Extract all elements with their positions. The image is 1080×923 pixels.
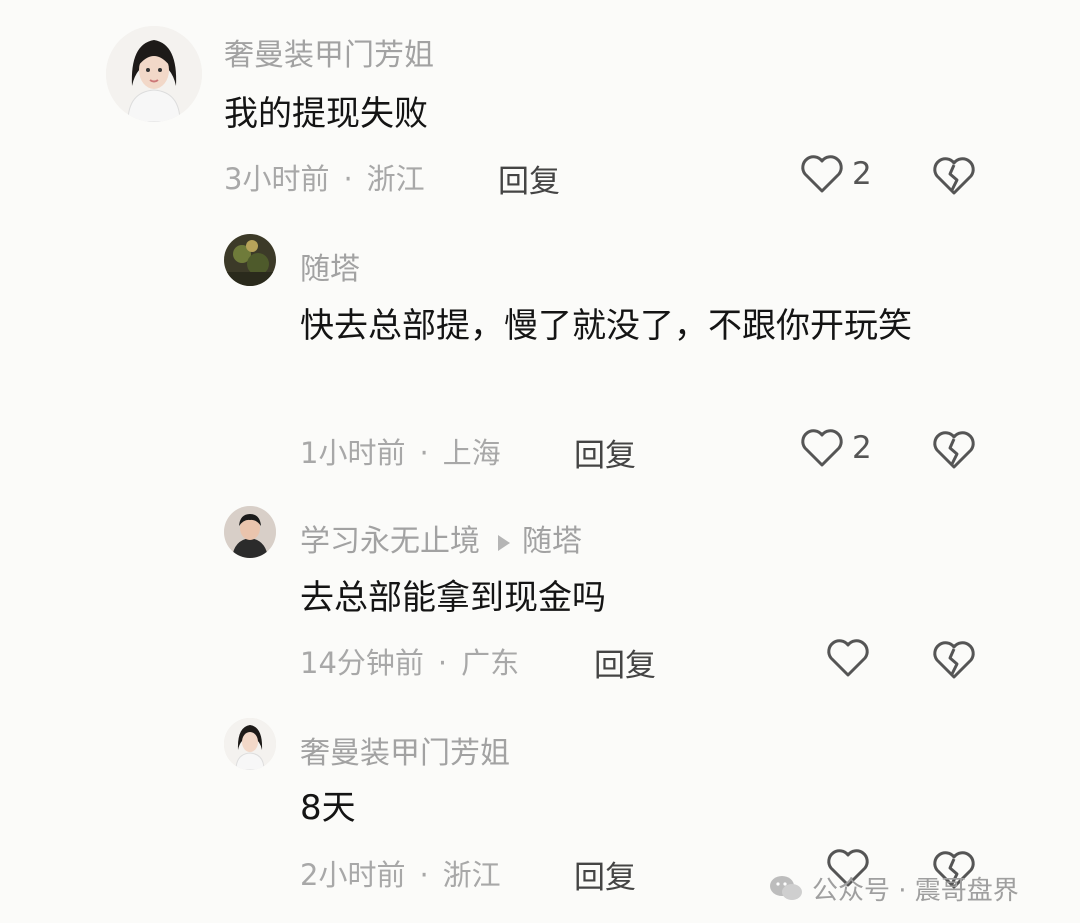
separator-dot: · xyxy=(437,646,448,680)
comment-text: 去总部能拿到现金吗 xyxy=(300,578,606,618)
watermark: 公众号 · 震哥盘界 xyxy=(768,870,1019,907)
username[interactable]: 随塔 xyxy=(300,244,360,288)
comment-meta: 2小时前 · 浙江 xyxy=(300,852,501,894)
reply-target[interactable]: 随塔 xyxy=(522,524,582,559)
comment-meta: 3小时前 · 浙江 xyxy=(224,156,425,198)
avatar[interactable] xyxy=(224,234,276,286)
timestamp: 2小时前 xyxy=(300,858,406,892)
comment-text: 快去总部提，慢了就没了，不跟你开玩笑 xyxy=(300,306,912,346)
comment-meta: 14分钟前 · 广东 xyxy=(300,640,519,682)
heart-outline-icon xyxy=(801,429,843,467)
like-count: 2 xyxy=(852,430,872,466)
heart-outline-icon xyxy=(801,155,843,193)
like-count: 2 xyxy=(852,156,872,192)
reply-button[interactable]: 回复 xyxy=(574,852,636,897)
separator-dot: · xyxy=(343,162,353,196)
comment-text: 8天 xyxy=(300,788,356,828)
like-button[interactable]: 2 xyxy=(800,154,872,194)
timestamp: 1小时前 xyxy=(300,436,406,470)
separator-dot: · xyxy=(419,436,429,470)
location: 上海 xyxy=(442,436,501,470)
reply-button[interactable]: 回复 xyxy=(594,640,656,685)
username[interactable]: 奢曼装甲门芳姐 xyxy=(300,728,510,772)
like-button[interactable]: 2 xyxy=(800,428,872,468)
reply-arrow-icon xyxy=(498,534,510,551)
dislike-button[interactable] xyxy=(932,430,976,470)
wechat-icon xyxy=(770,875,802,900)
like-button[interactable] xyxy=(826,638,878,678)
separator-dot: · xyxy=(419,858,429,892)
reply-button[interactable]: 回复 xyxy=(498,156,560,201)
reply-button[interactable]: 回复 xyxy=(574,430,636,475)
timestamp: 14分钟前 xyxy=(300,646,424,680)
location: 浙江 xyxy=(442,858,501,892)
avatar[interactable] xyxy=(224,506,276,558)
timestamp: 3小时前 xyxy=(224,162,330,196)
broken-heart-icon xyxy=(933,641,975,679)
username: 学习永无止境 随塔 xyxy=(300,516,582,560)
comment-text: 我的提现失败 xyxy=(224,94,428,134)
avatar[interactable] xyxy=(224,718,276,770)
watermark-text: 公众号 · 震哥盘界 xyxy=(812,876,1019,906)
location: 广东 xyxy=(461,646,520,680)
broken-heart-icon xyxy=(933,431,975,469)
dislike-button[interactable] xyxy=(932,156,976,196)
heart-outline-icon xyxy=(827,639,869,677)
avatar[interactable] xyxy=(106,26,202,122)
dislike-button[interactable] xyxy=(932,640,976,680)
username[interactable]: 奢曼装甲门芳姐 xyxy=(224,30,434,74)
comment-meta: 1小时前 · 上海 xyxy=(300,430,501,472)
location: 浙江 xyxy=(366,162,425,196)
broken-heart-icon xyxy=(933,157,975,195)
reply-author[interactable]: 学习永无止境 xyxy=(300,524,480,559)
